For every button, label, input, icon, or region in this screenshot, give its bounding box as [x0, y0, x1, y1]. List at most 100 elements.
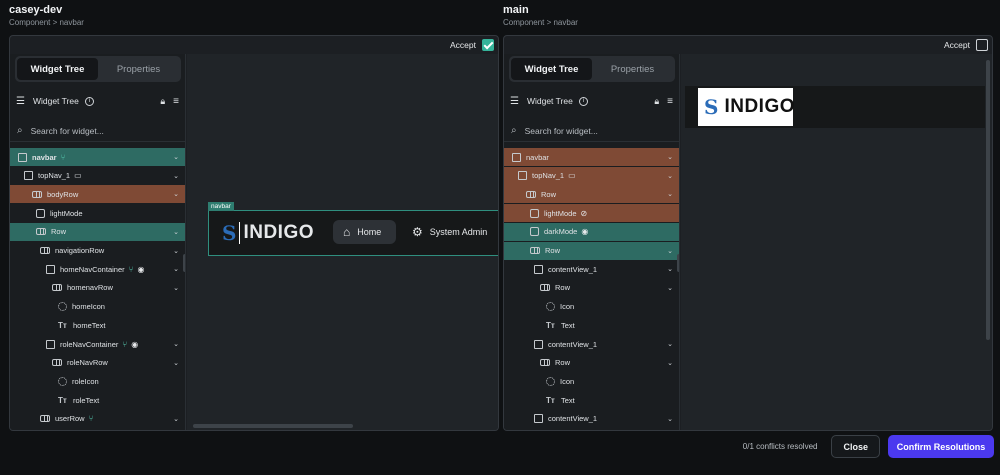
right-accept[interactable]: Accept	[944, 39, 988, 51]
eye-off-icon[interactable]: ⊘	[581, 209, 588, 218]
tree-row[interactable]: topNav_1 ▭ ⌄	[10, 167, 185, 185]
chevron-down-icon[interactable]: ⌄	[173, 415, 179, 423]
tree-row[interactable]: Row ⌄	[10, 222, 185, 241]
filter-icon[interactable]: ≡	[667, 96, 673, 107]
tree-row[interactable]: lightMode ⊘	[504, 204, 679, 223]
tree-row[interactable]: Tт Text	[504, 316, 679, 334]
right-tree-header: ☰ Widget Tree i 🔒︎ ≡	[510, 94, 673, 108]
left-pane-header: casey-dev Component > navbar	[9, 4, 84, 27]
eye-icon[interactable]: ◉	[581, 227, 588, 236]
chevron-down-icon[interactable]: ⌄	[667, 247, 673, 255]
eye-icon[interactable]: ◉	[137, 265, 144, 274]
right-search[interactable]: ⌕ Search for widget...	[504, 120, 679, 142]
branch-icon: ⑂	[122, 339, 128, 349]
eye-icon[interactable]: ◉	[131, 340, 138, 349]
tree-row[interactable]: contentView_1 ⌄	[504, 260, 679, 278]
tree-row[interactable]: Icon	[504, 298, 679, 316]
conflict-status: 0/1 conflicts resolved	[742, 442, 818, 451]
chevron-down-icon[interactable]: ⌄	[173, 228, 179, 236]
tree-row[interactable]: Tт roleText	[10, 391, 185, 409]
tree-row[interactable]: Row ⌄	[504, 185, 679, 204]
row-icon	[52, 359, 62, 367]
chevron-down-icon[interactable]: ⌄	[173, 190, 179, 198]
info-icon[interactable]: i	[84, 96, 94, 106]
tree-row[interactable]: Tт homeText	[10, 316, 185, 334]
nav-admin-button[interactable]: ⚙ System Admin	[412, 220, 487, 244]
tree-row-label: darkMode	[544, 227, 578, 237]
chevron-down-icon[interactable]: ⌄	[173, 172, 179, 180]
tree-row[interactable]: navigationRow ⌄	[10, 242, 185, 260]
filter-icon[interactable]: ≡	[173, 96, 179, 107]
tree-row[interactable]: Row ⌄	[504, 354, 679, 372]
chevron-down-icon[interactable]: ⌄	[667, 340, 673, 348]
nav-home-button[interactable]: ⌂ Home	[333, 220, 396, 244]
info-icon[interactable]: i	[578, 96, 588, 106]
left-search-input[interactable]: Search for widget...	[31, 126, 104, 136]
chevron-down-icon[interactable]: ⌄	[667, 190, 673, 198]
tree-row[interactable]: Tт Text	[504, 391, 679, 409]
chevron-down-icon[interactable]: ⌄	[667, 265, 673, 273]
right-search-input[interactable]: Search for widget...	[525, 126, 598, 136]
tree-row[interactable]: Row ⌄	[504, 279, 679, 297]
chevron-down-icon[interactable]: ⌄	[667, 415, 673, 423]
device-icon: ▭	[568, 171, 576, 181]
right-tree-scrollbar[interactable]	[677, 254, 679, 272]
tree-row-label: homeText	[73, 320, 106, 330]
left-accept-checkbox[interactable]	[482, 39, 494, 51]
chevron-down-icon[interactable]: ⌄	[667, 359, 673, 367]
lock-icon[interactable]: 🔒︎	[654, 96, 659, 107]
tree-row-label: Row	[555, 358, 571, 368]
chevron-down-icon[interactable]: ⌄	[667, 284, 673, 292]
tree-row[interactable]: homeNavContainer ⑂ ◉ ⌄	[10, 260, 185, 278]
left-navbar-preview[interactable]: navbar S INDIGO ⌂ Home ⚙ System Admin	[208, 202, 498, 256]
chevron-down-icon[interactable]: ⌄	[173, 247, 179, 255]
left-tab-widget-tree[interactable]: Widget Tree	[17, 58, 98, 80]
gear-icon	[546, 376, 555, 386]
left-canvas-scrollbar[interactable]	[193, 424, 353, 428]
chevron-down-icon[interactable]: ⌄	[173, 284, 179, 292]
tree-row[interactable]: homenavRow ⌄	[10, 279, 185, 297]
branch-icon: ⑂	[128, 264, 134, 274]
confirm-resolutions-button[interactable]: Confirm Resolutions	[888, 435, 994, 458]
chevron-down-icon[interactable]: ⌄	[667, 172, 673, 180]
tree-row[interactable]: bodyRow ⌄	[10, 185, 185, 204]
left-accept[interactable]: Accept	[450, 39, 494, 51]
left-search[interactable]: ⌕ Search for widget...	[10, 120, 185, 142]
chevron-down-icon[interactable]: ⌄	[173, 340, 179, 348]
tree-row[interactable]: roleNavContainer ⑂ ◉ ⌄	[10, 335, 185, 353]
chevron-down-icon[interactable]: ⌄	[667, 153, 673, 161]
close-button[interactable]: Close	[831, 435, 880, 458]
lock-icon[interactable]: 🔒︎	[160, 96, 165, 107]
tree-row[interactable]: roleNavRow ⌄	[10, 354, 185, 372]
right-navbar-preview[interactable]: S INDIGO	[685, 86, 985, 128]
tree-row-label: homeNavContainer	[60, 264, 125, 274]
tree-row[interactable]: Row ⌄	[504, 241, 679, 260]
right-tab-widget-tree[interactable]: Widget Tree	[511, 58, 592, 80]
tree-row[interactable]: navbar ⑂ ⌄	[10, 148, 185, 166]
tree-list-icon: ☰	[16, 95, 25, 107]
tree-row[interactable]: lightMode	[10, 204, 185, 222]
chevron-down-icon[interactable]: ⌄	[173, 153, 179, 161]
tree-row[interactable]: homeIcon	[10, 298, 185, 316]
chevron-down-icon[interactable]: ⌄	[173, 265, 179, 273]
search-icon: ⌕	[17, 125, 23, 136]
tree-row-label: Icon	[560, 302, 575, 312]
tree-row[interactable]: Icon	[504, 372, 679, 390]
right-canvas: S INDIGO	[681, 54, 992, 430]
image-icon	[530, 227, 539, 237]
chevron-down-icon[interactable]: ⌄	[173, 359, 179, 367]
tree-row[interactable]: contentView_1 ⌄	[504, 410, 679, 428]
text-icon: Tт	[58, 395, 67, 405]
tree-row[interactable]: navbar ⌄	[504, 148, 679, 166]
right-tab-bar: Widget Tree Properties	[509, 56, 675, 82]
tree-row[interactable]: roleIcon	[10, 372, 185, 390]
tree-row[interactable]: contentView_1 ⌄	[504, 335, 679, 353]
tree-row[interactable]: darkMode ◉	[504, 222, 679, 241]
right-canvas-vscroll[interactable]	[986, 60, 990, 340]
left-tab-properties[interactable]: Properties	[98, 58, 179, 80]
left-tree-scrollbar[interactable]	[183, 254, 185, 272]
right-tab-properties[interactable]: Properties	[592, 58, 673, 80]
tree-row[interactable]: topNav_1 ▭ ⌄	[504, 166, 679, 185]
tree-row[interactable]: userRow ⑂ ⌄	[10, 410, 185, 428]
right-accept-checkbox[interactable]	[976, 39, 988, 51]
